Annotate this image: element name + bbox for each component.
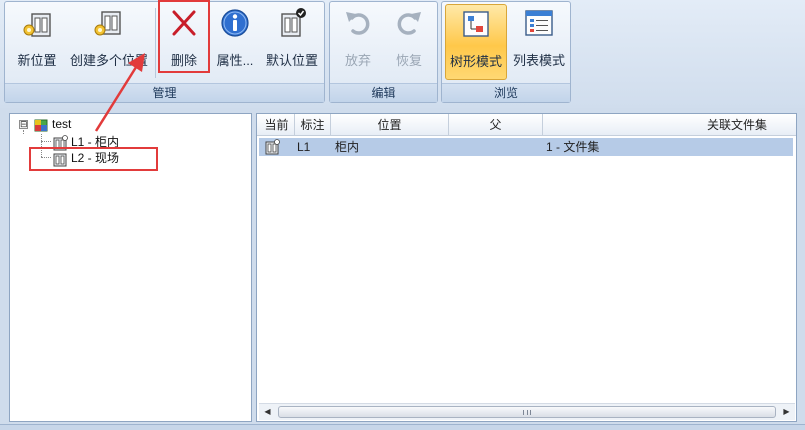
- undo-button[interactable]: 放弃: [334, 4, 382, 80]
- list-mode-icon: [522, 6, 556, 40]
- info-icon: [218, 6, 252, 40]
- create-multiple-locations-button[interactable]: 创建多个位置: [65, 4, 153, 80]
- properties-label: 属性...: [216, 53, 254, 68]
- redo-icon: [392, 6, 426, 40]
- undo-icon: [341, 6, 375, 40]
- ribbon: 新位置 创建多个位置 删除 属性... 默认位置 管理 放弃 恢复 编辑 树形模…: [0, 0, 805, 108]
- column-header-fileset-label: 关联文件集: [706, 118, 767, 132]
- tree-mode-button[interactable]: 树形模式: [445, 4, 507, 80]
- grip-icon: [523, 410, 531, 415]
- tree-root-label: test: [52, 117, 72, 132]
- group-label-browse: 浏览: [442, 83, 570, 102]
- table-header: 当前 标注 位置 父 关联文件集: [257, 114, 796, 136]
- scroll-thumb[interactable]: [278, 406, 776, 418]
- list-pane[interactable]: 当前 标注 位置 父 关联文件集 L1 柜内 1 - 文件集 ◀ ▶: [256, 113, 797, 422]
- cabinet-icon: [33, 117, 49, 133]
- column-header-fileset[interactable]: 关联文件集: [543, 114, 793, 136]
- new-location-button[interactable]: 新位置: [11, 4, 63, 80]
- annotation-box-tree-item: [29, 147, 158, 171]
- column-header-tag[interactable]: 标注: [295, 114, 331, 136]
- default-location-button[interactable]: 默认位置: [261, 4, 323, 80]
- separator: [155, 8, 156, 78]
- tree-root[interactable]: test: [33, 117, 71, 133]
- scroll-left-arrow[interactable]: ◀: [259, 404, 276, 420]
- undo-label: 放弃: [344, 53, 371, 68]
- group-browse: 树形模式 列表模式 浏览: [441, 1, 571, 103]
- new-location-icon: [20, 6, 54, 40]
- cell-tag: L1: [297, 140, 311, 154]
- redo-label: 恢复: [395, 53, 422, 68]
- default-location-icon: [275, 6, 309, 40]
- list-mode-button[interactable]: 列表模式: [509, 4, 569, 80]
- annotation-box-delete: [158, 0, 210, 73]
- new-location-label: 新位置: [17, 53, 57, 68]
- horizontal-scrollbar[interactable]: ◀ ▶: [259, 403, 795, 420]
- tree-expander[interactable]: ⊟: [19, 120, 28, 129]
- column-header-current[interactable]: 当前: [259, 114, 295, 136]
- status-bar: [0, 424, 805, 430]
- redo-button[interactable]: 恢复: [385, 4, 433, 80]
- tree-mode-label: 树形模式: [449, 54, 502, 69]
- tree-mode-icon: [459, 7, 493, 41]
- create-multiple-locations-label: 创建多个位置: [69, 53, 148, 68]
- location-icon: [264, 139, 280, 157]
- group-label-manage: 管理: [5, 83, 324, 102]
- cell-location: 柜内: [335, 140, 360, 154]
- create-multiple-locations-icon: [92, 6, 126, 40]
- default-location-label: 默认位置: [265, 53, 318, 68]
- group-label-edit: 编辑: [330, 83, 437, 102]
- column-header-parent[interactable]: 父: [449, 114, 543, 136]
- group-edit: 放弃 恢复 编辑: [329, 1, 438, 103]
- cell-fileset: 1 - 文件集: [546, 140, 600, 154]
- scroll-right-arrow[interactable]: ▶: [778, 404, 795, 420]
- list-mode-label: 列表模式: [512, 53, 565, 68]
- column-header-location[interactable]: 位置: [331, 114, 449, 136]
- table-row[interactable]: L1 柜内 1 - 文件集: [259, 138, 793, 156]
- properties-button[interactable]: 属性...: [211, 4, 259, 80]
